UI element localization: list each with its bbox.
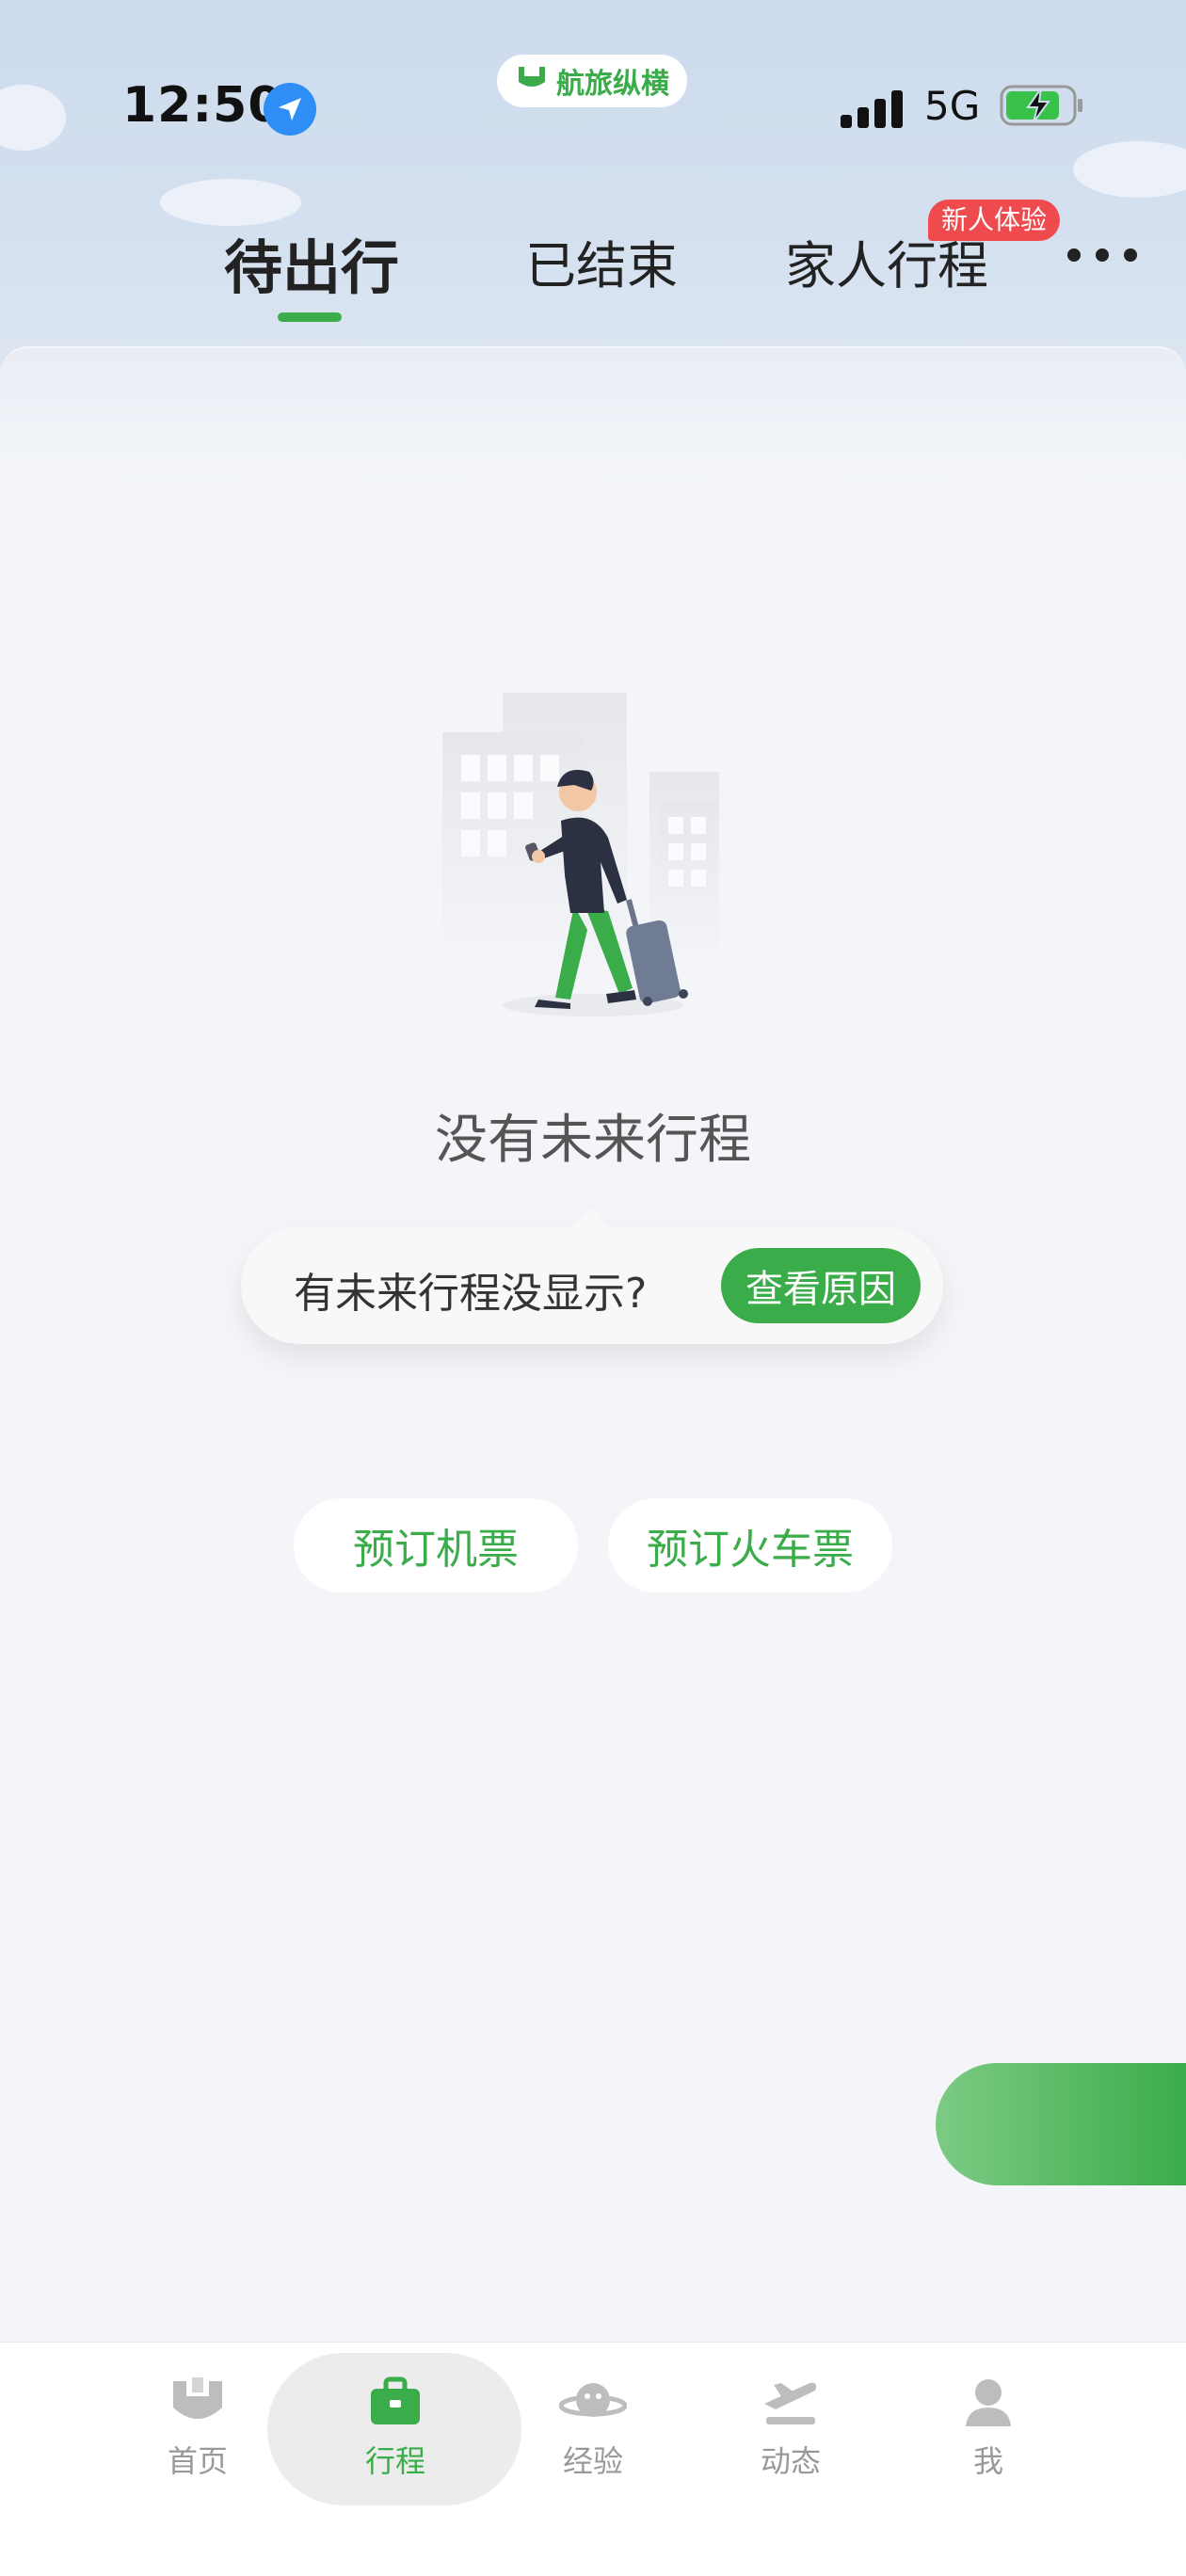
nav-label: 首页 <box>167 2443 228 2479</box>
floating-side-tab[interactable] <box>936 2063 1186 2185</box>
app-indicator-pill[interactable]: 航旅纵横 <box>497 55 687 107</box>
empty-state-title: 没有未来行程 <box>435 1110 751 1171</box>
nav-label: 动态 <box>760 2443 821 2479</box>
tab-ended[interactable]: 已结束 <box>525 224 678 298</box>
view-reason-button[interactable]: 查看原因 <box>721 1248 921 1323</box>
network-type: 5G <box>924 83 981 129</box>
nav-dynamics[interactable]: 动态 <box>715 2376 866 2481</box>
cloud-decoration <box>160 179 301 226</box>
briefcase-icon <box>320 2376 471 2428</box>
home-logo-icon <box>122 2376 273 2428</box>
nav-label: 我 <box>972 2443 1003 2479</box>
cellular-signal-icon <box>841 88 905 128</box>
app-logo-icon <box>515 63 549 99</box>
active-tab-indicator <box>278 312 342 322</box>
nav-label: 行程 <box>364 2443 425 2479</box>
nav-experience[interactable]: 经验 <box>518 2376 668 2481</box>
nav-home[interactable]: 首页 <box>122 2376 273 2481</box>
empty-trip-illustration <box>433 678 753 1026</box>
plane-takeoff-icon <box>715 2376 866 2428</box>
book-flight-button[interactable]: 预订机票 <box>294 1498 578 1592</box>
nav-label: 经验 <box>562 2443 623 2479</box>
nav-me[interactable]: 我 <box>913 2376 1064 2481</box>
more-options-icon[interactable] <box>1067 248 1137 262</box>
status-time: 12:50 <box>122 77 283 134</box>
new-user-badge: 新人体验 <box>928 200 1061 241</box>
book-train-button[interactable]: 预订火车票 <box>608 1498 892 1592</box>
nav-trips[interactable]: 行程 <box>320 2376 471 2481</box>
location-arrow-icon <box>264 83 316 136</box>
app-pill-label: 航旅纵横 <box>556 68 669 101</box>
content-panel <box>0 346 1186 2344</box>
person-icon <box>913 2376 1064 2428</box>
tip-text: 有未来行程没显示? <box>294 1270 648 1318</box>
planet-icon <box>518 2376 668 2428</box>
battery-charging-icon <box>1000 85 1084 126</box>
tab-upcoming[interactable]: 待出行 <box>224 220 399 305</box>
